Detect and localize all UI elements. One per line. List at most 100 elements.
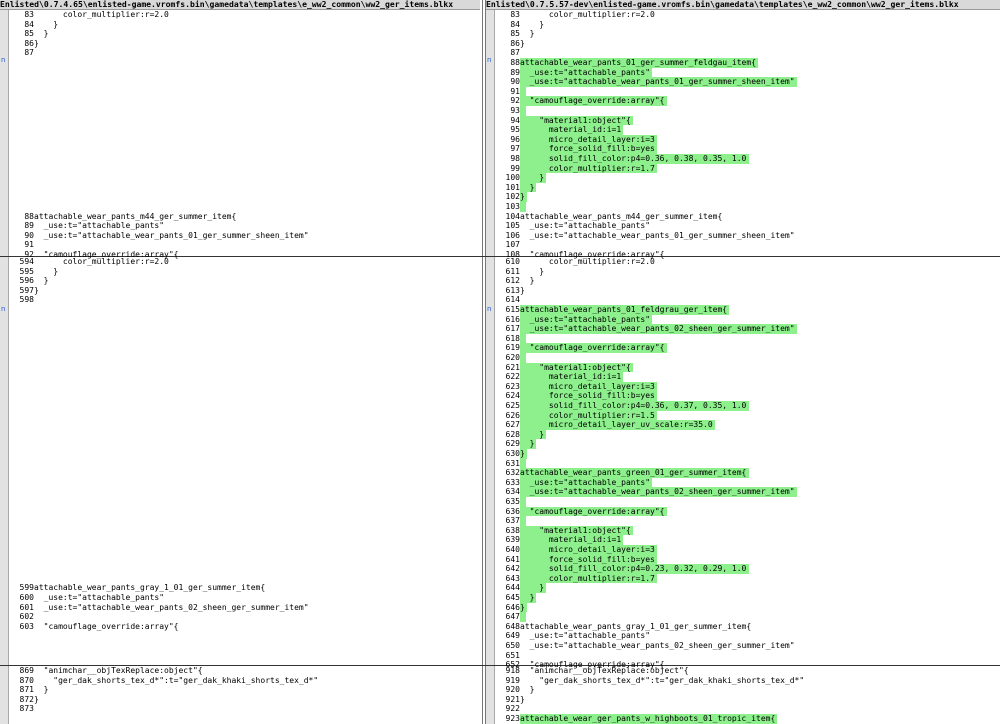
code-line[interactable]: [10, 106, 34, 116]
code-line[interactable]: [10, 478, 34, 488]
code-line[interactable]: 103: [496, 202, 520, 212]
code-line[interactable]: [10, 401, 34, 411]
code-line[interactable]: 641 force_solid_fill:b=yes: [496, 555, 655, 565]
code-line[interactable]: 629 }: [496, 439, 535, 449]
code-line[interactable]: 97 force_solid_fill:b=yes: [496, 144, 655, 154]
code-line[interactable]: 643 color_multiplier:r=1.7: [496, 574, 655, 584]
code-line[interactable]: 102}: [496, 192, 525, 202]
code-line[interactable]: 85 }: [10, 29, 48, 39]
code-line[interactable]: 104attachable_wear_pants_m44_ger_summer_…: [496, 212, 723, 222]
code-line[interactable]: 645 }: [496, 593, 535, 603]
code-line[interactable]: 636 "camouflage_override:array"{: [496, 507, 665, 517]
code-line[interactable]: 618: [496, 334, 520, 344]
change-marker-right-1[interactable]: n: [487, 56, 491, 64]
code-line[interactable]: 623 micro_detail_layer:i=3: [496, 382, 655, 392]
code-line[interactable]: 614: [496, 295, 520, 305]
code-line[interactable]: 599attachable_wear_pants_gray_1_01_ger_s…: [10, 583, 266, 593]
change-marker-left-1[interactable]: n: [1, 56, 5, 64]
code-line[interactable]: [10, 324, 34, 334]
code-line[interactable]: 628 }: [496, 430, 545, 440]
code-line[interactable]: 627 micro_detail_layer_uv_scale:r=35.0: [496, 420, 713, 430]
code-line[interactable]: [10, 144, 34, 154]
code-line[interactable]: 644 }: [496, 583, 545, 593]
code-line[interactable]: [10, 372, 34, 382]
code-line[interactable]: 918 "animchar__objTexReplace:object"{: [496, 666, 689, 676]
code-line[interactable]: [10, 125, 34, 135]
code-line[interactable]: 919 "ger_dak_shorts_tex_d*":t="ger_dak_k…: [496, 676, 805, 686]
code-line[interactable]: [10, 439, 34, 449]
code-line[interactable]: [10, 353, 34, 363]
code-line[interactable]: 595 }: [10, 267, 59, 277]
code-line[interactable]: 869 "animchar__objTexReplace:object"{: [10, 666, 203, 676]
code-line[interactable]: 646}: [496, 603, 525, 613]
code-line[interactable]: 91: [496, 87, 520, 97]
code-line[interactable]: [10, 173, 34, 183]
code-line[interactable]: 649 _use:t="attachable_pants": [496, 631, 651, 641]
code-line[interactable]: 624 force_solid_fill:b=yes: [496, 391, 655, 401]
code-line[interactable]: 88attachable_wear_pants_m44_ger_summer_i…: [10, 212, 236, 222]
left-code-pane[interactable]: 83 color_multiplier:r=2.0 84 } 85 } 86} 87 88…: [10, 0, 480, 724]
code-line[interactable]: [10, 420, 34, 430]
code-line[interactable]: 92 "camouflage_override:array"{: [496, 96, 664, 106]
code-line[interactable]: 621 "material1:object"{: [496, 363, 631, 373]
code-line[interactable]: 625 solid_fill_color:p4=0.36, 0.37, 0.35…: [496, 401, 747, 411]
code-line[interactable]: [10, 334, 34, 344]
code-line[interactable]: 96 micro_detail_layer:i=3: [496, 135, 655, 145]
code-line[interactable]: 598: [10, 295, 34, 305]
code-line[interactable]: [10, 564, 34, 574]
code-line[interactable]: 871 }: [10, 685, 49, 695]
code-line[interactable]: 89 _use:t="attachable_pants": [496, 68, 650, 78]
code-line[interactable]: [10, 58, 34, 68]
code-line[interactable]: 87: [10, 48, 34, 58]
code-line[interactable]: 107: [496, 240, 520, 250]
code-line[interactable]: 83 color_multiplier:r=2.0: [10, 10, 169, 20]
code-line[interactable]: 86}: [10, 39, 38, 49]
code-line[interactable]: 93: [496, 106, 520, 116]
code-line[interactable]: 638 "material1:object"{: [496, 526, 631, 536]
code-line[interactable]: [10, 507, 34, 517]
code-line[interactable]: 651: [496, 651, 520, 661]
code-line[interactable]: 610 color_multiplier:r=2.0: [496, 257, 655, 267]
code-line[interactable]: [10, 497, 34, 507]
code-line[interactable]: [10, 77, 34, 87]
code-line[interactable]: [10, 516, 34, 526]
code-line[interactable]: 632attachable_wear_pants_green_01_ger_su…: [496, 468, 747, 478]
code-line[interactable]: 921}: [496, 695, 525, 705]
code-line[interactable]: 101 }: [496, 183, 535, 193]
code-line[interactable]: 95 material_id:i=1: [496, 125, 621, 135]
code-line[interactable]: 603 "camouflage_override:array"{: [10, 622, 179, 632]
right-code-pane[interactable]: 83 color_multiplier:r=2.0 84 } 85 } 86} 87 88…: [496, 0, 1000, 724]
code-line[interactable]: [10, 192, 34, 202]
code-line[interactable]: 620: [496, 353, 520, 363]
code-line[interactable]: 634 _use:t="attachable_wear_pants_02_she…: [496, 487, 795, 497]
code-line[interactable]: 597}: [10, 286, 39, 296]
code-line[interactable]: 637: [496, 516, 520, 526]
code-line[interactable]: 94 "material1:object"{: [496, 116, 630, 126]
code-line[interactable]: [10, 487, 34, 497]
code-line[interactable]: [10, 202, 34, 212]
code-line[interactable]: [10, 574, 34, 584]
code-line[interactable]: 612 }: [496, 276, 535, 286]
code-line[interactable]: 650 _use:t="attachable_wear_pants_02_she…: [496, 641, 795, 651]
code-line[interactable]: 617 _use:t="attachable_wear_pants_02_she…: [496, 324, 795, 334]
code-line[interactable]: 642 solid_fill_color:p4=0.23, 0.32, 0.29…: [496, 564, 747, 574]
code-line[interactable]: 90 _use:t="attachable_wear_pants_01_ger_…: [496, 77, 794, 87]
code-line[interactable]: 84 }: [496, 20, 544, 30]
code-line[interactable]: 872}: [10, 695, 39, 705]
code-line[interactable]: 98 solid_fill_color:p4=0.36, 0.38, 0.35,…: [496, 154, 746, 164]
code-line[interactable]: 99 color_multiplier:r=1.7: [496, 164, 655, 174]
code-line[interactable]: 105 _use:t="attachable_pants": [496, 221, 651, 231]
code-line[interactable]: 601 _use:t="attachable_wear_pants_02_she…: [10, 603, 309, 613]
code-line[interactable]: 615attachable_wear_pants_01_feldgrau_ger…: [496, 305, 728, 315]
code-line[interactable]: 611 }: [496, 267, 545, 277]
code-line[interactable]: 630}: [496, 449, 525, 459]
code-line[interactable]: [10, 555, 34, 565]
code-line[interactable]: [10, 183, 34, 193]
code-line[interactable]: [10, 459, 34, 469]
code-line[interactable]: 600 _use:t="attachable_pants": [10, 593, 165, 603]
code-line[interactable]: 602: [10, 612, 34, 622]
code-line[interactable]: [10, 343, 34, 353]
code-line[interactable]: [10, 87, 34, 97]
code-line[interactable]: 90 _use:t="attachable_wear_pants_01_ger_…: [10, 231, 308, 241]
code-line[interactable]: [10, 382, 34, 392]
